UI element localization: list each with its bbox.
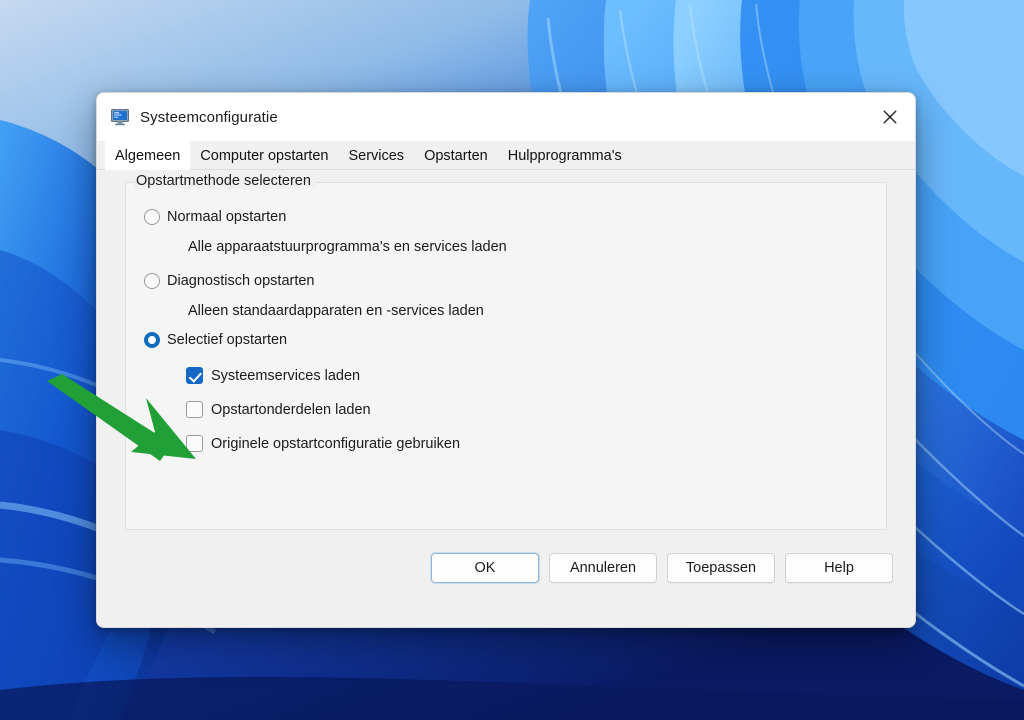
checkbox-label: Opstartonderdelen laden: [211, 401, 371, 418]
tab-algemeen[interactable]: Algemeen: [105, 141, 191, 170]
radio-normaal-description: Alle apparaatstuurprogramma's en service…: [188, 239, 507, 255]
button-label: Toepassen: [685, 560, 757, 576]
checkbox-label: Systeemservices laden: [211, 367, 361, 384]
radio-normaal-opstarten[interactable]: Normaal opstarten: [144, 209, 286, 225]
radio-selectief-opstarten[interactable]: Selectief opstarten: [144, 332, 287, 348]
system-configuration-icon: [110, 107, 130, 127]
checkbox-icon: [186, 367, 203, 384]
radio-label: Normaal opstarten: [167, 209, 287, 225]
checkbox-originele-opstartconfiguratie[interactable]: Originele opstartconfiguratie gebruiken: [186, 435, 460, 452]
tab-computer-opstarten[interactable]: Computer opstarten: [190, 141, 339, 170]
radio-diagnostisch-description: Alleen standaardapparaten en -services l…: [188, 303, 484, 319]
ok-button[interactable]: OK: [431, 553, 539, 583]
groupbox-legend: Opstartmethode selecteren: [134, 173, 316, 189]
tab-label: Algemeen: [115, 147, 181, 164]
tab-label: Computer opstarten: [200, 147, 329, 164]
checkbox-icon: [186, 435, 203, 452]
radio-diagnostisch-opstarten[interactable]: Diagnostisch opstarten: [144, 273, 315, 289]
tab-strip: Algemeen Computer opstarten Services Ops…: [97, 141, 915, 170]
help-button[interactable]: Help: [785, 553, 893, 583]
tab-label: Opstarten: [424, 147, 488, 164]
tab-label: Hulpprogramma's: [507, 147, 622, 164]
checkbox-icon: [186, 401, 203, 418]
radio-label: Diagnostisch opstarten: [167, 273, 315, 289]
window-title: Systeemconfiguratie: [140, 108, 278, 126]
dialog-button-bar: OK Annuleren Toepassen Help: [97, 537, 915, 599]
tab-opstarten[interactable]: Opstarten: [414, 141, 498, 170]
radio-icon: [144, 332, 160, 348]
checkbox-systeemservices-laden[interactable]: Systeemservices laden: [186, 367, 360, 384]
apply-button[interactable]: Toepassen: [667, 553, 775, 583]
desktop-wallpaper: Systeemconfiguratie Algemeen Computer op…: [0, 0, 1024, 720]
button-label: Help: [824, 560, 854, 576]
radio-label: Selectief opstarten: [167, 332, 288, 348]
cancel-button[interactable]: Annuleren: [549, 553, 657, 583]
startup-selection-groupbox: Opstartmethode selecteren Normaal opstar…: [125, 173, 887, 530]
checkbox-label: Originele opstartconfiguratie gebruiken: [211, 435, 461, 452]
radio-icon: [144, 209, 160, 225]
tab-page-algemeen: Opstartmethode selecteren Normaal opstar…: [97, 170, 915, 599]
tab-services[interactable]: Services: [338, 141, 415, 170]
close-icon[interactable]: [865, 93, 915, 140]
radio-icon: [144, 273, 160, 289]
tab-label: Services: [348, 147, 405, 164]
checkbox-opstartonderdelen-laden[interactable]: Opstartonderdelen laden: [186, 401, 371, 418]
title-bar: Systeemconfiguratie: [97, 93, 915, 141]
system-configuration-dialog: Systeemconfiguratie Algemeen Computer op…: [96, 92, 916, 628]
button-label: Annuleren: [569, 560, 637, 576]
button-label: OK: [474, 560, 496, 576]
tab-hulpprogrammas[interactable]: Hulpprogramma's: [497, 141, 632, 170]
